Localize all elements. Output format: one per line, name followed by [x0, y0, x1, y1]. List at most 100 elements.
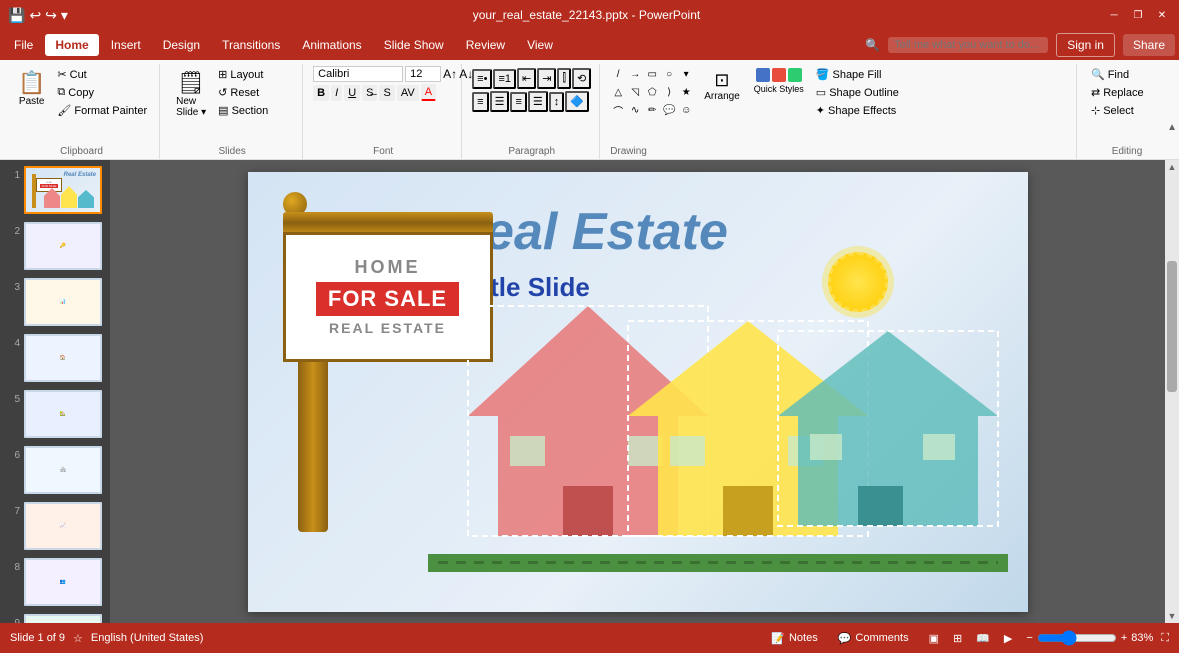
- freeform-shape[interactable]: ✏: [644, 102, 660, 118]
- paste-button[interactable]: 📋 Paste: [12, 66, 51, 111]
- arrange-button[interactable]: ⊡ Arrange: [698, 66, 746, 106]
- select-button[interactable]: ⊹ Select: [1087, 102, 1167, 119]
- scroll-thumb[interactable]: [1167, 261, 1177, 392]
- char-spacing-button[interactable]: AV: [397, 85, 419, 101]
- slide-sorter-button[interactable]: ⊞: [947, 630, 968, 647]
- share-button[interactable]: Share: [1123, 34, 1175, 56]
- find-button[interactable]: 🔍 Find: [1087, 66, 1167, 83]
- arrow-shape[interactable]: →: [627, 66, 643, 82]
- shape-fill-button[interactable]: 🪣 Shape Fill: [812, 66, 903, 83]
- align-center-button[interactable]: ☰: [490, 91, 510, 112]
- increase-indent-button[interactable]: ⇥: [537, 68, 556, 89]
- triangle-shape[interactable]: △: [610, 84, 626, 100]
- font-color-button[interactable]: A: [421, 84, 436, 101]
- new-slide-button[interactable]: 🗒 NewSlide ▾: [170, 66, 212, 122]
- bold-button[interactable]: B: [313, 85, 329, 101]
- rect-shape[interactable]: ▭: [644, 66, 660, 82]
- vertical-scrollbar[interactable]: ▲ ▼: [1165, 160, 1179, 623]
- font-name-input[interactable]: [313, 66, 403, 82]
- slide-thumbnail-8[interactable]: 8 👥: [4, 556, 106, 608]
- slide-canvas[interactable]: Real Estate Title Slide HOME FOR SALE RE…: [248, 172, 1028, 612]
- convert-smartart-button[interactable]: 🔷: [565, 91, 589, 112]
- menu-slideshow[interactable]: Slide Show: [374, 34, 454, 56]
- reading-view-button[interactable]: 📖: [970, 630, 996, 647]
- callout-shape[interactable]: 💬: [661, 102, 677, 118]
- sign-in-button[interactable]: Sign in: [1056, 33, 1115, 57]
- reset-button[interactable]: ↺ Reset: [214, 84, 294, 101]
- numbering-button[interactable]: ≡1: [493, 69, 516, 89]
- align-right-button[interactable]: ≡: [510, 92, 526, 112]
- columns-button[interactable]: ⫿: [557, 68, 571, 89]
- strikethrough-button[interactable]: S̶: [362, 85, 377, 101]
- quick-styles-button[interactable]: Quick Styles: [750, 66, 808, 96]
- smiley-shape[interactable]: ☺: [678, 102, 694, 118]
- zoom-slider-input[interactable]: [1037, 630, 1117, 646]
- shape-effects-button[interactable]: ✦ Shape Effects: [812, 102, 903, 119]
- minimize-button[interactable]: ─: [1105, 6, 1123, 24]
- bullets-button[interactable]: ≡•: [472, 69, 492, 89]
- pentagon-shape[interactable]: ⬠: [644, 84, 660, 100]
- notes-button[interactable]: 📝 Notes: [765, 630, 823, 647]
- ribbon-collapse-button[interactable]: ▲: [1167, 122, 1177, 133]
- section-button[interactable]: ▤ Section: [214, 102, 294, 119]
- zoom-out-button[interactable]: −: [1026, 632, 1032, 644]
- menu-design[interactable]: Design: [153, 34, 210, 56]
- menu-animations[interactable]: Animations: [292, 34, 371, 56]
- slide-thumbnail-3[interactable]: 3 📊: [4, 276, 106, 328]
- arc-shape[interactable]: ⌒: [610, 102, 626, 118]
- curve-shape[interactable]: ∿: [627, 102, 643, 118]
- shape-outline-button[interactable]: ▭ Shape Outline: [812, 84, 903, 101]
- rtriangle-shape[interactable]: ◹: [627, 84, 643, 100]
- menu-view[interactable]: View: [517, 34, 563, 56]
- line-shape[interactable]: /: [610, 66, 626, 82]
- chevron-shape[interactable]: ⟩: [661, 84, 677, 100]
- italic-button[interactable]: I: [331, 85, 342, 101]
- scroll-down-button[interactable]: ▼: [1165, 609, 1179, 623]
- copy-button[interactable]: ⧉ Copy: [53, 84, 151, 101]
- format-painter-button[interactable]: 🖌 Format Painter: [53, 102, 151, 119]
- restore-button[interactable]: ❐: [1129, 6, 1147, 24]
- save-icon[interactable]: 💾: [8, 7, 25, 24]
- comments-button[interactable]: 💬 Comments: [832, 630, 915, 647]
- menu-transitions[interactable]: Transitions: [212, 34, 290, 56]
- scroll-track[interactable]: [1165, 174, 1179, 609]
- replace-button[interactable]: ⇄ Replace: [1087, 84, 1167, 101]
- menu-home[interactable]: Home: [45, 34, 98, 56]
- slide-thumbnail-5[interactable]: 5 🏡: [4, 388, 106, 440]
- slide-thumbnail-2[interactable]: 2 🔑: [4, 220, 106, 272]
- normal-view-button[interactable]: ▣: [923, 630, 945, 647]
- shadow-button[interactable]: S: [379, 85, 394, 101]
- quick-access-toolbar[interactable]: 💾 ↩ ↪ ▾: [8, 7, 68, 24]
- menu-insert[interactable]: Insert: [101, 34, 151, 56]
- line-spacing-button[interactable]: ↕: [549, 92, 565, 112]
- slideshow-button[interactable]: ▶: [998, 630, 1018, 647]
- menu-file[interactable]: File: [4, 34, 43, 56]
- text-direction-button[interactable]: ⟲: [572, 68, 591, 89]
- font-size-input[interactable]: [405, 66, 441, 82]
- zoom-in-button[interactable]: +: [1121, 632, 1127, 644]
- underline-button[interactable]: U: [344, 85, 360, 101]
- slide-thumbnail-6[interactable]: 6 🏘: [4, 444, 106, 496]
- star-shape[interactable]: ★: [678, 84, 694, 100]
- slide-thumbnail-4[interactable]: 4 🏠: [4, 332, 106, 384]
- slide-thumbnail-7[interactable]: 7 📈: [4, 500, 106, 552]
- redo-icon[interactable]: ↪: [45, 7, 57, 24]
- menu-review[interactable]: Review: [456, 34, 515, 56]
- oval-shape[interactable]: ○: [661, 66, 677, 82]
- window-controls[interactable]: ─ ❐ ✕: [1105, 6, 1171, 24]
- tell-me-input[interactable]: [888, 37, 1048, 53]
- layout-button[interactable]: ⊞ Layout: [214, 66, 294, 83]
- more-shapes[interactable]: ▾: [678, 66, 694, 82]
- slide-thumbnail-1[interactable]: 1 Real Estate HOME FOR SALE: [4, 164, 106, 216]
- justify-button[interactable]: ☰: [528, 91, 548, 112]
- fit-page-button[interactable]: ⛶: [1161, 632, 1169, 645]
- close-button[interactable]: ✕: [1153, 6, 1171, 24]
- scroll-up-button[interactable]: ▲: [1165, 160, 1179, 174]
- undo-icon[interactable]: ↩: [29, 7, 41, 24]
- customize-icon[interactable]: ▾: [61, 7, 68, 24]
- align-left-button[interactable]: ≡: [472, 92, 488, 112]
- decrease-indent-button[interactable]: ⇤: [517, 68, 536, 89]
- slide-thumbnail-9[interactable]: 9 📋: [4, 612, 106, 623]
- cut-button[interactable]: ✂ Cut: [53, 66, 151, 83]
- increase-font-button[interactable]: A↑: [443, 67, 457, 81]
